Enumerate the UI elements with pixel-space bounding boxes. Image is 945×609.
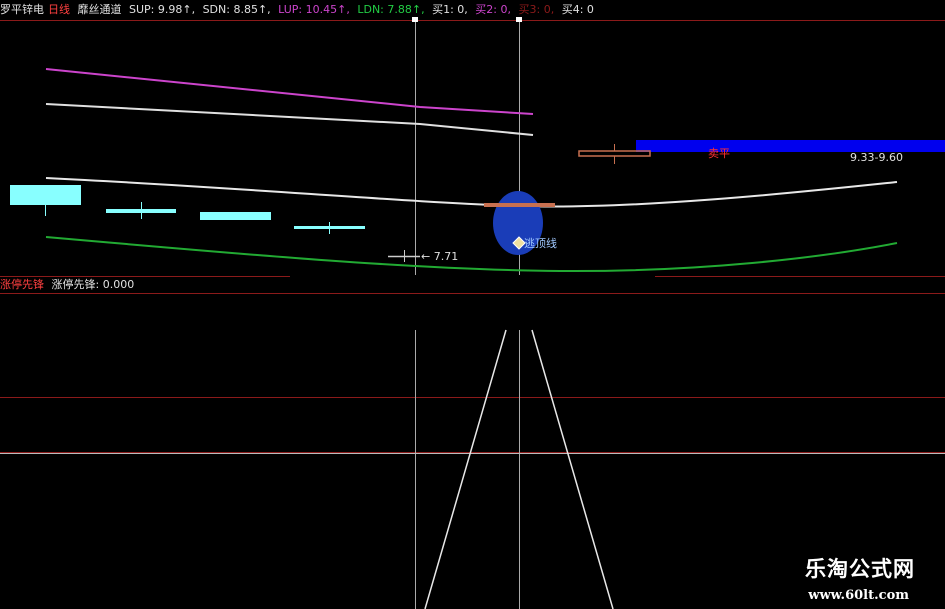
range-label: 9.33-9.60 [850, 151, 903, 164]
sub-indicator-line [531, 329, 614, 609]
sub-chart-header: 涨停先锋 涨停先锋: 0.000 [0, 277, 134, 293]
buy1-value: 买1: 0, [432, 3, 468, 16]
sdn-line [45, 177, 898, 208]
signal-candle [484, 203, 555, 207]
sdn-value: SDN: 8.85↑, [202, 3, 271, 16]
candle [10, 185, 81, 205]
sell-label: 卖平 [708, 147, 730, 160]
ldn-value: LDN: 7.88↑, [357, 3, 425, 16]
period-label[interactable]: 日线 [48, 3, 70, 16]
buy2-value: 买2: 0, [475, 3, 511, 16]
stock-name[interactable]: 罗平锌电 [0, 3, 44, 16]
chart-window[interactable]: 罗平锌电 日线 靡丝通道 SUP: 9.98↑, SDN: 8.85↑, LUP:… [0, 0, 945, 609]
buy3-value: 买3: 0, [518, 3, 555, 16]
buy4-value: 买4: 0 [561, 3, 594, 16]
sup-value: SUP: 9.98↑, [129, 3, 196, 16]
watermark-title: 乐淘公式网 [805, 556, 915, 581]
candle [200, 212, 271, 220]
low-price-label: ← 7.71 [421, 250, 459, 263]
ldn-line [45, 236, 898, 273]
sell-candle [578, 150, 651, 157]
signal-label: 逃顶线 [524, 237, 557, 250]
indicator-name: 靡丝通道 [77, 3, 122, 16]
chart-canvas[interactable] [0, 0, 945, 609]
sub-chart-name[interactable]: 涨停先锋 [0, 278, 44, 291]
watermark-url: www.60lt.com [808, 588, 909, 603]
lup-value: LUP: 10.45↑, [278, 3, 350, 16]
indicator-header: 罗平锌电 日线 靡丝通道 SUP: 9.98↑, SDN: 8.85↑, LUP:… [0, 0, 945, 20]
sub-chart-value: 涨停先锋: 0.000 [51, 278, 135, 291]
sub-indicator-line [424, 329, 507, 609]
